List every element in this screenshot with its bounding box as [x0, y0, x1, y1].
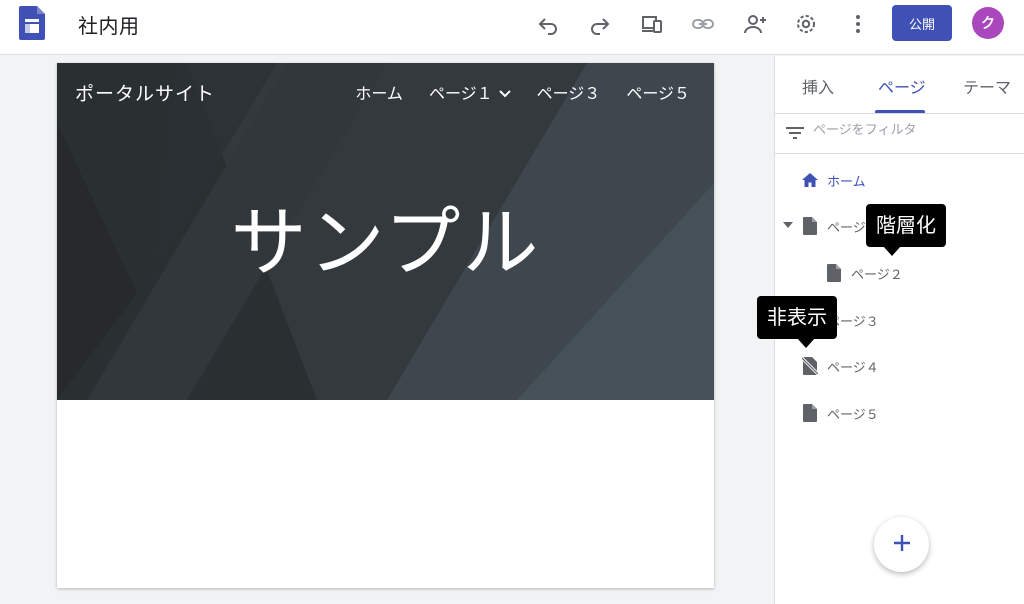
nav-item-home[interactable]: ホーム — [355, 80, 403, 104]
page-item-label: ページ４ — [827, 360, 879, 376]
nav-item-page1[interactable]: ページ１ — [429, 80, 511, 104]
page-item-label: ホーム — [827, 174, 866, 190]
tooltip-label: 非表示 — [767, 305, 827, 329]
site-navigation: ホーム ページ１ ページ３ ページ５ — [355, 80, 690, 104]
plus-icon — [892, 533, 912, 557]
site-canvas: ポータルサイト ホーム ページ１ ページ３ ページ５ サンプル — [57, 63, 714, 588]
page-item-label: ページ５ — [827, 407, 879, 423]
page-icon — [801, 403, 819, 423]
tooltip-arrow — [883, 246, 901, 256]
filter-input[interactable] — [813, 123, 1013, 138]
page-item-label: ページ２ — [851, 267, 903, 283]
nav-item-page1-label: ページ１ — [428, 84, 493, 103]
active-tab-indicator — [875, 110, 925, 113]
more-vert-icon[interactable] — [845, 11, 871, 37]
panel-tabs: 挿入 ページ テーマ — [775, 56, 1024, 114]
tab-insert[interactable]: 挿入 — [802, 74, 834, 98]
page-item-page4[interactable]: ページ４ — [801, 352, 879, 380]
page-icon — [825, 263, 843, 283]
publish-button[interactable]: 公開 — [892, 5, 952, 41]
preview-icon[interactable] — [639, 11, 665, 37]
sites-logo-icon[interactable] — [19, 6, 45, 40]
share-icon[interactable] — [742, 11, 768, 37]
page-item-page2[interactable]: ページ２ — [825, 259, 903, 287]
document-title[interactable]: 社内用 — [78, 10, 140, 39]
undo-icon[interactable] — [535, 11, 561, 37]
tab-pages[interactable]: ページ — [878, 74, 926, 98]
settings-icon[interactable] — [793, 11, 819, 37]
hidden-page-icon — [801, 356, 819, 376]
tooltip-arrow — [797, 338, 815, 348]
page-item-home[interactable]: ホーム — [801, 166, 866, 194]
site-name[interactable]: ポータルサイト — [75, 79, 215, 106]
link-icon[interactable] — [690, 11, 716, 37]
tooltip-label: 階層化 — [876, 213, 936, 237]
hero-title[interactable]: サンプル — [57, 181, 714, 291]
chevron-down-icon — [498, 84, 511, 103]
tooltip-hierarchy: 階層化 — [866, 204, 946, 256]
page-icon — [801, 216, 819, 236]
add-page-button[interactable] — [874, 517, 929, 572]
top-app-bar: 社内用 公開 ク — [0, 0, 1024, 55]
filter-icon — [785, 125, 805, 145]
page-item-page5[interactable]: ページ５ — [801, 399, 879, 427]
nav-item-page5[interactable]: ページ５ — [626, 80, 690, 104]
redo-icon[interactable] — [587, 11, 613, 37]
expand-arrow-icon[interactable] — [783, 222, 793, 228]
avatar[interactable]: ク — [972, 7, 1004, 39]
page-filter — [775, 114, 1024, 154]
hero-banner[interactable]: ポータルサイト ホーム ページ１ ページ３ ページ５ サンプル — [57, 63, 714, 400]
home-icon — [801, 170, 819, 190]
tooltip-hidden: 非表示 — [757, 296, 837, 348]
tab-themes[interactable]: テーマ — [963, 74, 1011, 98]
nav-item-page3[interactable]: ページ３ — [537, 80, 601, 104]
